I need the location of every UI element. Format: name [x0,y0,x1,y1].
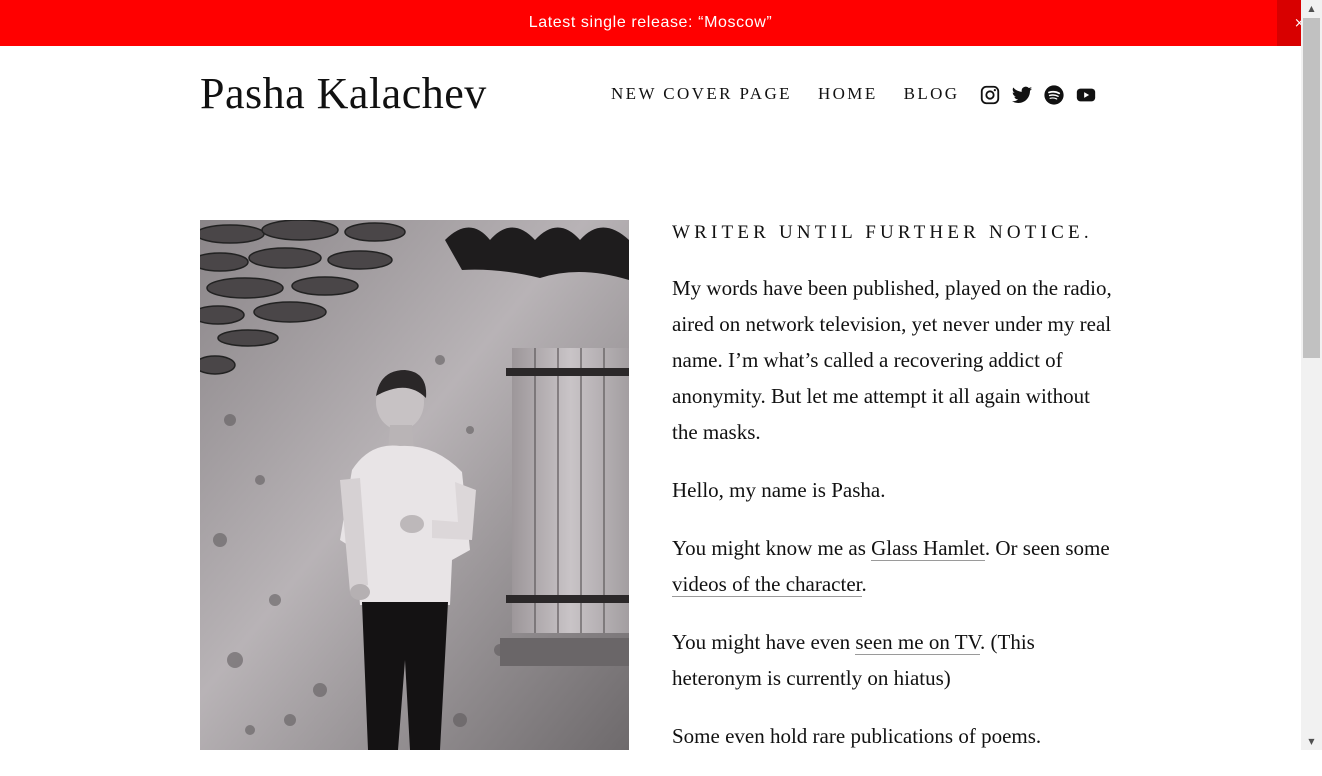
announcement-text[interactable]: Latest single release: “Moscow” [529,14,773,32]
nav-home[interactable]: HOME [818,84,878,104]
scroll-up-arrow-icon[interactable]: ▲ [1301,0,1322,17]
twitter-icon[interactable] [1011,84,1033,106]
tv-paragraph: You might have even seen me on TV. (This… [672,624,1112,696]
instagram-icon[interactable] [979,84,1001,106]
publications-paragraph: Some even hold rare publications of poem… [672,724,1042,748]
tagline-heading: WRITER UNTIL FURTHER NOTICE. [672,222,1093,243]
scrollbar-thumb[interactable] [1303,18,1320,358]
videos-link[interactable]: videos of the character [672,572,862,597]
text-segment: You might know me as [672,536,872,560]
portrait-photo [200,220,629,750]
seen-on-tv-link[interactable]: seen me on TV [855,630,980,655]
spotify-icon[interactable] [1043,84,1065,106]
intro-content: WRITER UNTIL FURTHER NOTICE. My words ha… [672,222,1112,776]
glass-hamlet-link[interactable]: Glass Hamlet [871,536,985,561]
scroll-down-arrow-icon[interactable]: ▼ [1301,733,1322,750]
social-links [979,84,1097,106]
main-nav: NEW COVER PAGE HOME BLOG [611,84,960,104]
glass-hamlet-paragraph: You might know me as Glass Hamlet. Or se… [672,530,1112,602]
text-segment: . [861,572,867,596]
nav-blog[interactable]: BLOG [904,84,960,104]
text-segment: You might have even [672,630,856,654]
vertical-scrollbar[interactable]: ▲ ▼ [1301,0,1322,750]
text-segment: . Or seen some [984,536,1110,560]
site-title[interactable]: Pasha Kalachev [200,68,487,119]
intro-paragraph: My words have been published, played on … [672,276,1112,444]
youtube-icon[interactable] [1075,84,1097,106]
nav-new-cover-page[interactable]: NEW COVER PAGE [611,84,792,104]
greeting-paragraph: Hello, my name is Pasha. [672,478,886,502]
announcement-bar: Latest single release: “Moscow” [0,0,1301,46]
